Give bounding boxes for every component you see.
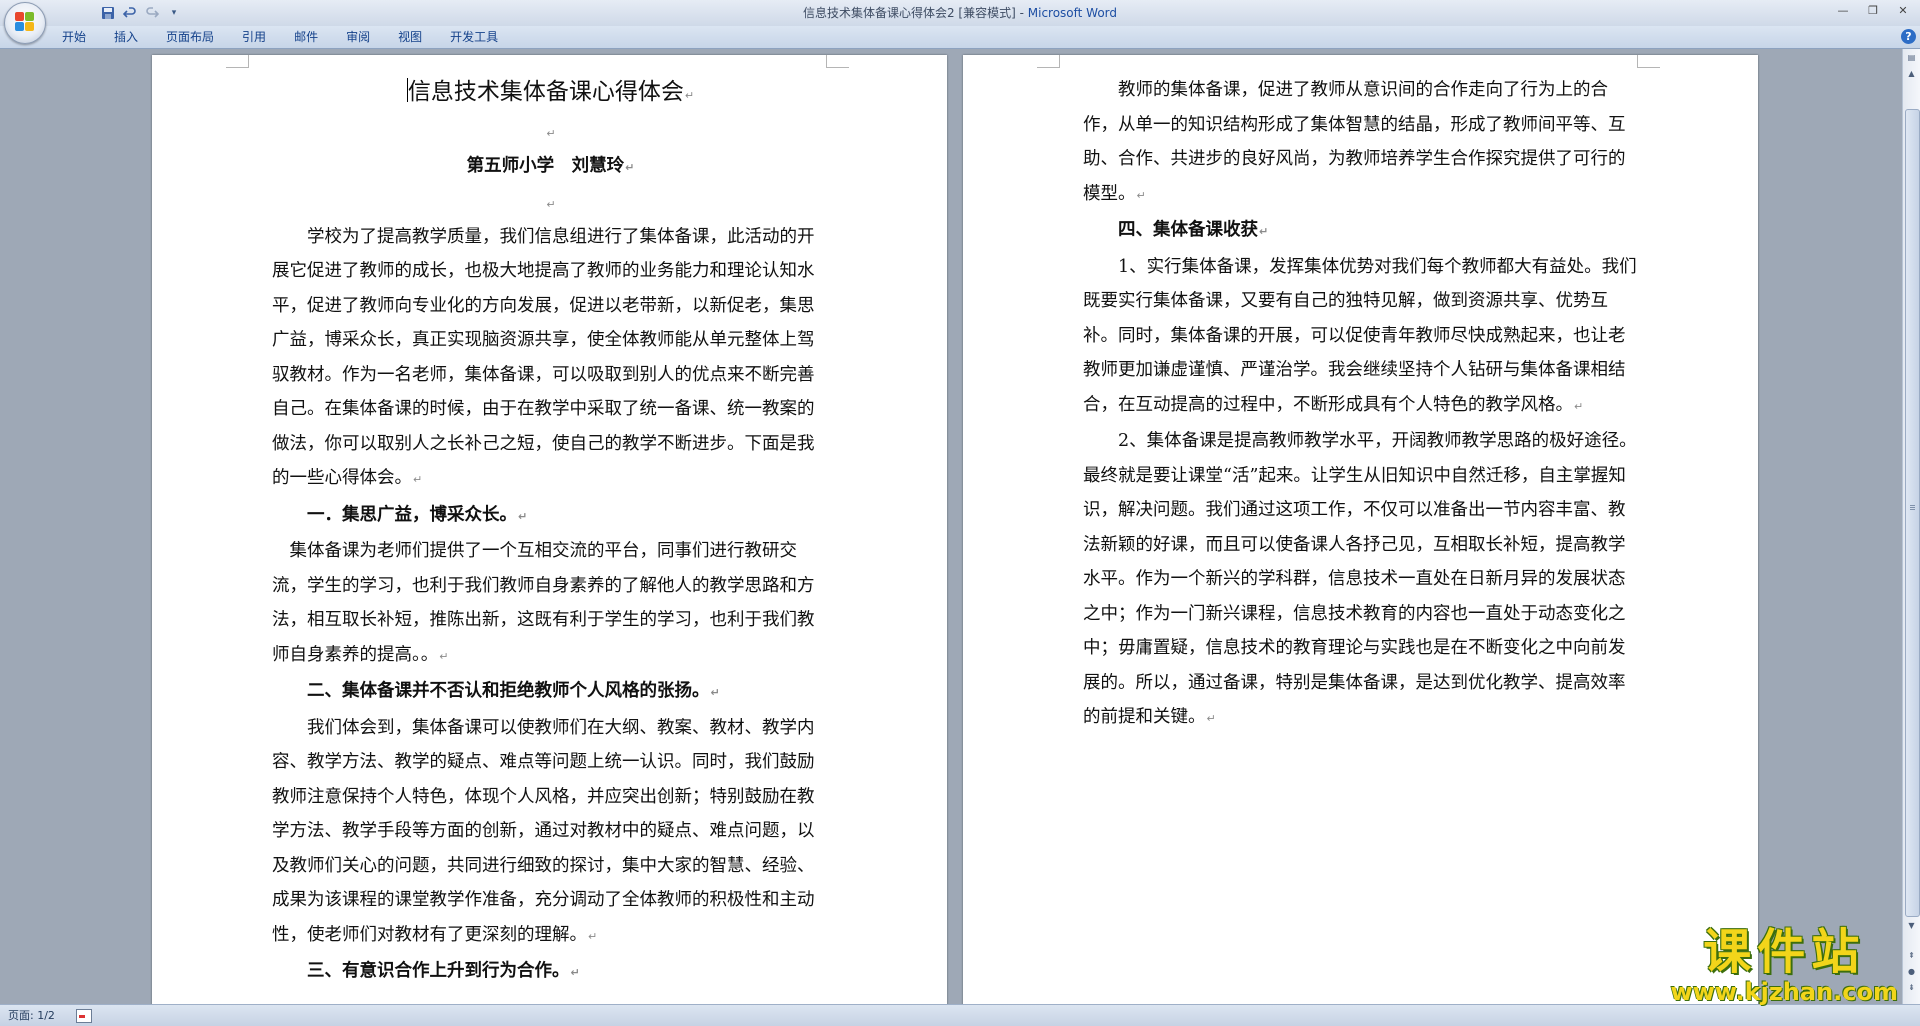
status-bar: 页面: 1/2	[0, 1004, 1920, 1026]
crop-mark	[226, 55, 249, 68]
crop-mark	[1037, 55, 1060, 68]
empty-paragraph: ↵	[546, 127, 556, 140]
help-icon[interactable]: ?	[1901, 29, 1916, 44]
grip-icon	[1910, 505, 1915, 506]
title-bar: ▾ 信息技术集体备课心得体会2 [兼容模式] - Microsoft Word …	[0, 0, 1920, 26]
crop-mark	[826, 55, 849, 68]
tab-page-layout[interactable]: 页面布局	[152, 26, 228, 48]
page-count[interactable]: 页面: 1/2	[8, 1005, 55, 1026]
redo-icon[interactable]	[144, 5, 160, 21]
page-1[interactable]: 信息技术集体备课心得体会↵ ↵ 第五师小学 刘慧玲↵ ↵ 学校为了提高教学质量，…	[152, 55, 947, 1004]
intro-paragraph[interactable]: 学校为了提高教学质量，我们信息组进行了集体备课，此活动的开展它促进了教师的成长，…	[272, 220, 829, 498]
select-browse-object-icon[interactable]: ●	[1904, 965, 1919, 979]
heading-4[interactable]: 四、集体备课收获↵	[1083, 213, 1640, 250]
document-title[interactable]: 信息技术集体备课心得体会↵	[272, 73, 829, 115]
watermark-logo: 课件站	[1703, 924, 1866, 980]
author-line[interactable]: 第五师小学 刘慧玲↵	[272, 149, 829, 186]
app-name: Microsoft Word	[1027, 6, 1118, 20]
quick-access-toolbar: ▾	[50, 4, 182, 22]
office-button[interactable]	[4, 2, 46, 44]
paragraph-4[interactable]: 1、实行集体备课，发挥集体优势对我们每个教师都大有益处。我们既要实行集体备课，又…	[1083, 250, 1640, 425]
scroll-thumb[interactable]	[1905, 109, 1920, 917]
watermark-url: www.kjzhan.com	[1670, 978, 1898, 1006]
heading-2[interactable]: 二、集体备课并不否认和拒绝教师个人风格的张扬。↵	[272, 674, 829, 711]
crop-mark	[1637, 55, 1660, 68]
close-icon[interactable]: ✕	[1892, 2, 1914, 18]
save-icon[interactable]	[100, 5, 116, 21]
ruler-toggle-icon[interactable]: ▤	[1904, 51, 1919, 65]
page-2-content[interactable]: 教师的集体备课，促进了教师从意识间的合作走向了行为上的合作，从单一的知识结构形成…	[1083, 73, 1640, 737]
watermark: 课件站 www.kjzhan.com	[1671, 925, 1898, 1005]
vertical-scrollbar[interactable]: ▤ ▲ ▼ ⇞ ● ⇟	[1902, 49, 1920, 1004]
ribbon-tabs: 开始 插入 页面布局 引用 邮件 审阅 视图 开发工具	[48, 26, 512, 48]
maximize-icon[interactable]: ❐	[1862, 2, 1884, 18]
tab-insert[interactable]: 插入	[100, 26, 152, 48]
proofing-status-icon[interactable]	[76, 1009, 92, 1023]
document-name: 信息技术集体备课心得体会2 [兼容模式]	[802, 6, 1016, 20]
previous-page-icon[interactable]: ⇞	[1904, 949, 1919, 963]
minimize-icon[interactable]: —	[1832, 2, 1854, 18]
qat-dropdown-icon[interactable]: ▾	[166, 5, 182, 21]
page-1-content[interactable]: 信息技术集体备课心得体会↵ ↵ 第五师小学 刘慧玲↵ ↵ 学校为了提高教学质量，…	[272, 73, 829, 991]
paragraph-2[interactable]: 我们体会到，集体备课可以使教师们在大纲、教案、教材、教学内容、教学方法、教学的疑…	[272, 711, 829, 955]
paragraph-1[interactable]: 集体备课为老师们提供了一个互相交流的平台，同事们进行教研交流，学生的学习，也利于…	[272, 534, 829, 674]
tab-home[interactable]: 开始	[48, 26, 100, 48]
tab-view[interactable]: 视图	[384, 26, 436, 48]
page-2[interactable]: 教师的集体备课，促进了教师从意识间的合作走向了行为上的合作，从单一的知识结构形成…	[963, 55, 1758, 1004]
heading-1[interactable]: 一．集思广益，博采众长。↵	[272, 498, 829, 535]
paragraph-5[interactable]: 2、集体备课是提高教师教学水平，开阔教师教学思路的极好途径。最终就是要让课堂“活…	[1083, 424, 1640, 737]
window-controls: — ❐ ✕	[1832, 2, 1914, 18]
scroll-up-icon[interactable]: ▲	[1904, 67, 1919, 81]
empty-paragraph: ↵	[546, 197, 556, 211]
scroll-down-icon[interactable]: ▼	[1904, 919, 1919, 933]
heading-3[interactable]: 三、有意识合作上升到行为合作。↵	[272, 954, 829, 991]
tab-developer[interactable]: 开发工具	[436, 26, 512, 48]
ribbon: 开始 插入 页面布局 引用 邮件 审阅 视图 开发工具 ?	[0, 26, 1920, 49]
undo-icon[interactable]	[122, 5, 138, 21]
next-page-icon[interactable]: ⇟	[1904, 981, 1919, 995]
tab-mailings[interactable]: 邮件	[280, 26, 332, 48]
tab-review[interactable]: 审阅	[332, 26, 384, 48]
tab-references[interactable]: 引用	[228, 26, 280, 48]
window-title: 信息技术集体备课心得体会2 [兼容模式] - Microsoft Word	[802, 6, 1118, 20]
document-area[interactable]: 信息技术集体备课心得体会↵ ↵ 第五师小学 刘慧玲↵ ↵ 学校为了提高教学质量，…	[0, 49, 1903, 1004]
paragraph-3[interactable]: 教师的集体备课，促进了教师从意识间的合作走向了行为上的合作，从单一的知识结构形成…	[1083, 73, 1640, 213]
office-logo-icon	[15, 12, 35, 32]
